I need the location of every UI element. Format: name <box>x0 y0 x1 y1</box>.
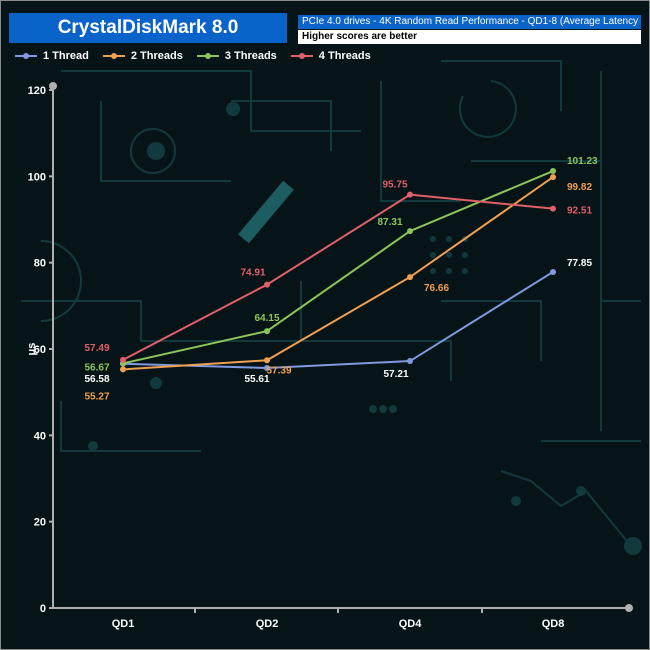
data-label: 55.27 <box>84 391 109 402</box>
data-label: 99.82 <box>567 182 592 193</box>
data-point <box>120 366 126 373</box>
y-axis-label: μs <box>26 343 38 356</box>
y-tick-label: 120 <box>28 85 46 97</box>
data-label: 95.75 <box>382 180 407 191</box>
data-point <box>407 191 413 198</box>
data-point <box>550 174 556 181</box>
chart-frame: CrystalDiskMark 8.0 PCIe 4.0 drives - 4K… <box>0 0 650 650</box>
data-point <box>550 205 556 212</box>
series-line-2 <box>122 176 554 371</box>
series-line-3 <box>122 170 554 365</box>
y-tick-label: 20 <box>34 517 46 529</box>
y-tick-label: 100 <box>28 171 46 183</box>
x-axis-end-cap <box>625 604 633 612</box>
x-tick-label: QD2 <box>256 618 279 630</box>
data-label: 101.23 <box>567 156 598 167</box>
data-label: 56.58 <box>84 374 109 385</box>
data-point <box>407 274 413 281</box>
x-tick-label: QD4 <box>399 618 423 630</box>
data-point <box>120 356 126 363</box>
data-label: 57.21 <box>383 369 408 380</box>
data-point <box>264 357 270 364</box>
data-label: 92.51 <box>567 206 592 217</box>
data-point <box>264 328 270 335</box>
y-tick-label: 0 <box>40 603 46 615</box>
data-point <box>550 268 556 275</box>
data-label: 64.15 <box>254 313 279 324</box>
data-point <box>264 281 270 288</box>
data-point <box>550 168 556 175</box>
y-tick-label: 40 <box>34 430 46 442</box>
data-point <box>407 228 413 235</box>
data-label: 56.67 <box>84 362 109 373</box>
data-label: 76.66 <box>424 283 449 294</box>
data-label: 87.31 <box>377 217 402 228</box>
x-tick-label: QD1 <box>112 618 135 630</box>
series-line-4 <box>122 193 554 361</box>
line-chart: 020406080100120QD1 QD2 QD4 QD8μs56.58 55.61 5… <box>26 82 633 630</box>
x-tick-label: QD8 <box>542 618 565 630</box>
y-axis-end-cap <box>49 82 57 90</box>
data-label: 57.39 <box>266 365 291 376</box>
data-label: 74.91 <box>240 268 265 279</box>
data-point <box>407 358 413 365</box>
data-label: 77.85 <box>567 258 592 269</box>
data-label: 57.49 <box>84 343 109 354</box>
y-tick-label: 80 <box>34 258 46 270</box>
